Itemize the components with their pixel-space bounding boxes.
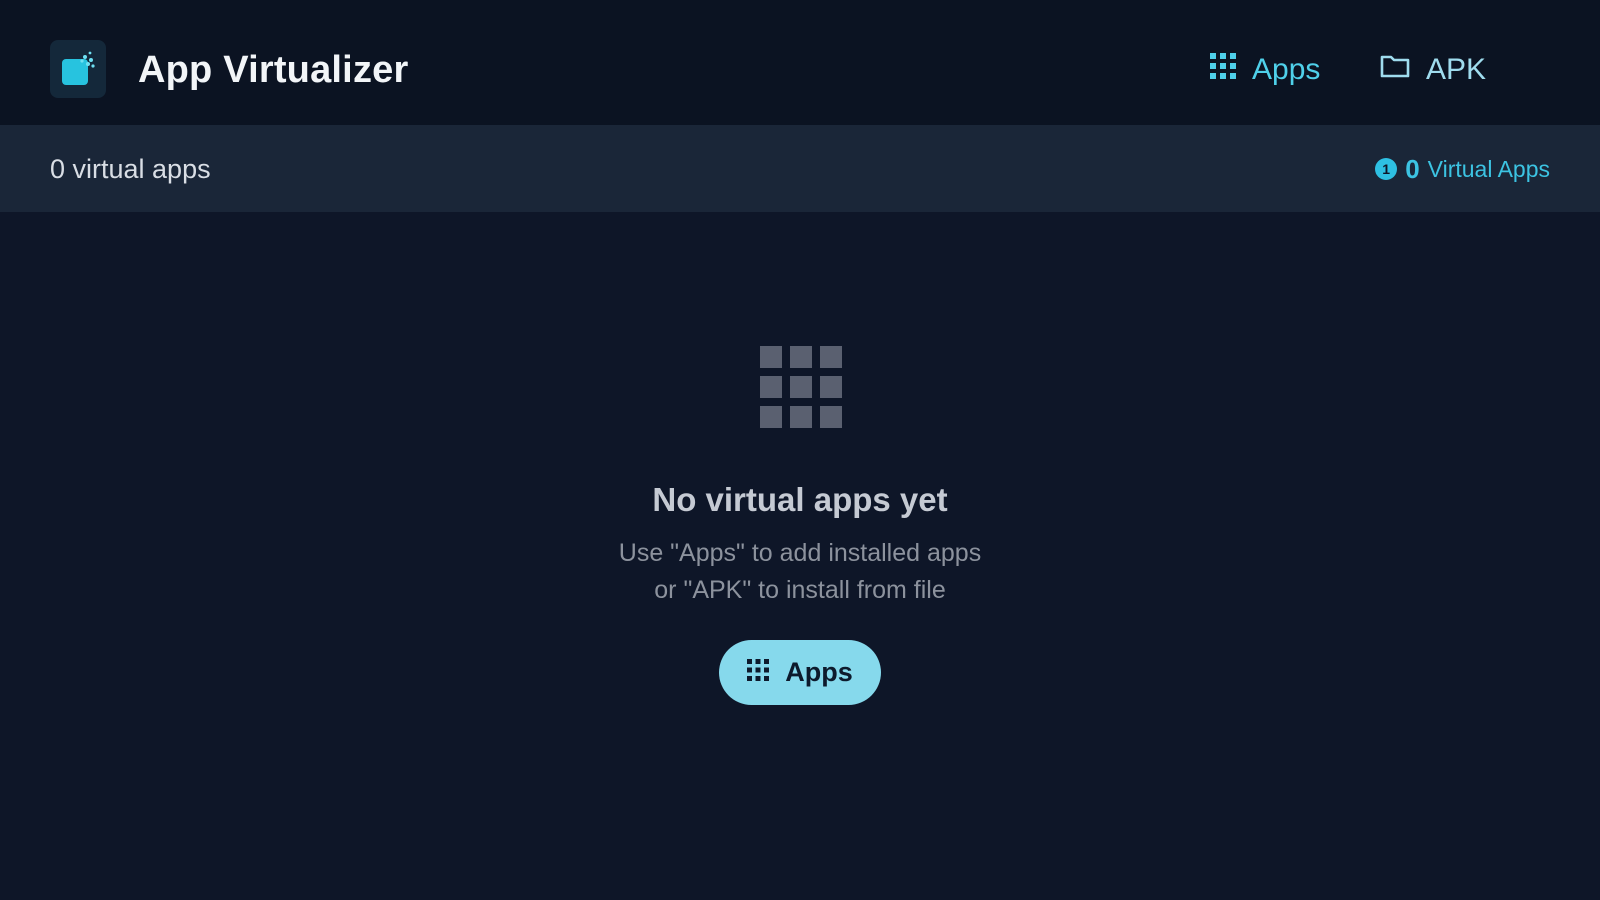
info-icon: 1 [1375,158,1398,180]
empty-state-title: No virtual apps yet [652,481,948,518]
empty-grid-icon [760,346,842,428]
badge-count: 0 [1405,153,1420,184]
app-logo-icon [50,40,106,98]
empty-state-description-line2: or "APK" to install from file [654,576,946,604]
add-apps-button-label: Apps [785,657,853,687]
nav-apps-button[interactable]: Apps [1210,50,1320,90]
status-bar [0,125,1600,212]
app-title: App Virtualizer [138,49,409,91]
grid-icon [747,657,770,688]
grid-icon [1210,50,1236,90]
virtual-apps-badge: 1 0 Virtual Apps [1375,153,1550,185]
empty-state-description-line1: Use "Apps" to add installed apps [618,539,982,567]
nav-apk-button[interactable]: APK [1380,50,1486,90]
badge-label: Virtual Apps [1427,155,1550,182]
folder-icon [1380,50,1410,90]
nav-apps-label: Apps [1252,53,1321,86]
virtual-apps-count-label: 0 virtual apps [50,154,211,184]
add-apps-button[interactable]: Apps [719,640,881,705]
nav-apk-label: APK [1426,53,1487,86]
app-header: App Virtualizer Apps APK [0,0,1600,125]
